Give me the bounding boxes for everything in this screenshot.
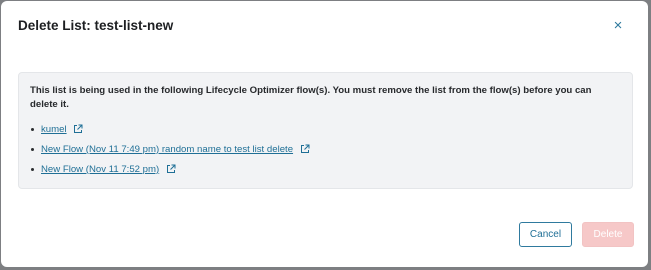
external-link-icon[interactable] — [73, 124, 83, 134]
flow-link-random-name[interactable]: New Flow (Nov 11 7:49 pm) random name to… — [41, 144, 293, 155]
flow-link-kumel[interactable]: kumel — [41, 124, 67, 135]
usage-notice: This list is being used in the following… — [18, 72, 633, 189]
dialog-title: Delete List: test-list-new — [18, 18, 174, 33]
external-link-icon[interactable] — [300, 144, 310, 154]
delete-list-dialog: Delete List: test-list-new × This list i… — [1, 1, 648, 267]
flow-list: kumel New Flow (Nov 11 7:49 pm) random n… — [30, 123, 310, 183]
bullet — [31, 148, 34, 151]
delete-button[interactable]: Delete — [582, 222, 634, 247]
flow-link-new-flow-752[interactable]: New Flow (Nov 11 7:52 pm) — [41, 164, 159, 175]
close-icon[interactable]: × — [610, 18, 626, 34]
list-item: New Flow (Nov 11 7:52 pm) — [30, 163, 310, 183]
list-item: New Flow (Nov 11 7:49 pm) random name to… — [30, 143, 310, 163]
external-link-icon[interactable] — [166, 164, 176, 174]
list-item: kumel — [30, 123, 310, 143]
dialog-header: Delete List: test-list-new × — [17, 17, 632, 37]
bullet — [31, 128, 34, 131]
cancel-button[interactable]: Cancel — [519, 222, 572, 247]
bullet — [31, 168, 34, 171]
notice-text: This list is being used in the following… — [30, 85, 592, 110]
